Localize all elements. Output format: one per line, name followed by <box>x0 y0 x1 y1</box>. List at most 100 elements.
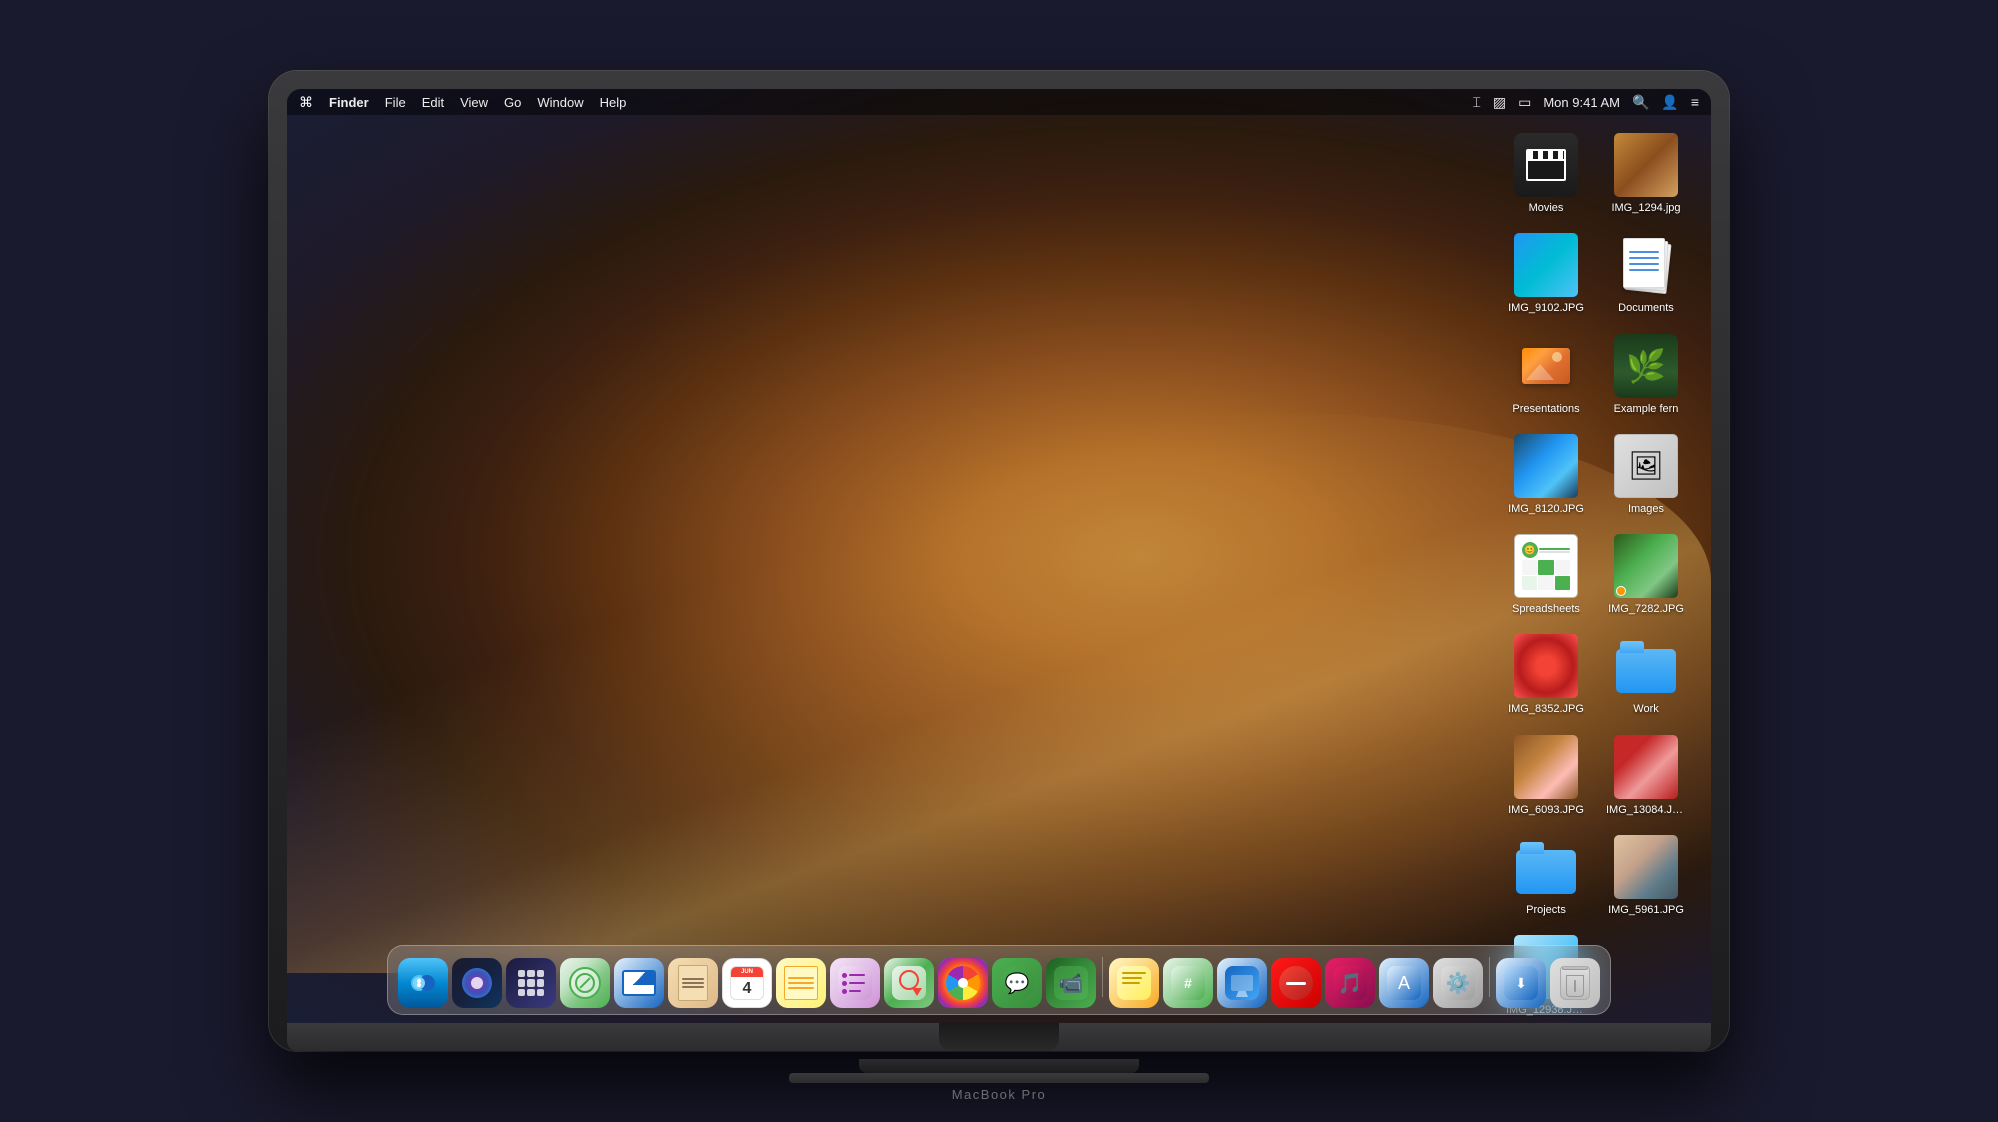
keynote-slide <box>1231 975 1253 991</box>
fern-icon-bg: 🌿 <box>1614 334 1678 398</box>
dock-app-notefile[interactable] <box>668 958 718 1008</box>
macbook-stand-area: MacBook Pro <box>789 1059 1209 1102</box>
icon-images[interactable]: 🖼 Images <box>1601 430 1691 520</box>
macbook-notch <box>939 1023 1059 1051</box>
dnd-line <box>1286 982 1306 985</box>
safari-compass <box>575 973 595 993</box>
icon-img-13084[interactable]: IMG_13084.JPG <box>1601 731 1691 821</box>
lists-icon <box>838 966 872 1000</box>
prefs-gear: ⚙️ <box>1446 971 1471 996</box>
lp-dot <box>537 979 544 986</box>
macbook-label-text: MacBook Pro <box>789 1087 1209 1102</box>
sticky-line <box>788 982 814 984</box>
numbers-icon: # <box>1171 966 1205 1000</box>
dock-app-calendar[interactable]: JUN 4 <box>722 958 772 1008</box>
dock-app-stickies[interactable] <box>776 958 826 1008</box>
presentations-graphic <box>1514 334 1578 398</box>
doc-page-front <box>1623 238 1665 288</box>
icon-projects[interactable]: Projects <box>1501 831 1591 921</box>
dock-app-downloads[interactable]: ⬇ <box>1496 958 1546 1008</box>
icon-img-6093[interactable]: IMG_6093.JPG <box>1501 731 1591 821</box>
dock-app-mail[interactable] <box>614 958 664 1008</box>
menubar-file[interactable]: File <box>385 95 406 110</box>
icon-img-8352[interactable]: IMG_8352.JPG <box>1501 630 1591 720</box>
menubar-clock: Mon 9:41 AM <box>1543 95 1620 110</box>
notefile-icon <box>678 965 708 1001</box>
menubar-help[interactable]: Help <box>600 95 627 110</box>
wifi-icon[interactable]: ⌶ <box>1472 94 1480 111</box>
numbers-text: # <box>1184 975 1192 991</box>
images-graphic: 🖼 <box>1614 434 1678 498</box>
icon-example-fern[interactable]: 🌿 Example fern <box>1601 330 1691 420</box>
dock-app-music[interactable]: 🎵 <box>1325 958 1375 1008</box>
doc-lines <box>1629 251 1659 275</box>
menubar-view[interactable]: View <box>460 95 488 110</box>
control-center-icon[interactable]: ≡ <box>1691 94 1699 110</box>
maps-pin <box>912 988 922 996</box>
dock-app-launchpad[interactable] <box>506 958 556 1008</box>
mail-flap <box>624 972 654 985</box>
user-icon[interactable]: 👤 <box>1661 94 1678 111</box>
icon-work[interactable]: Work <box>1601 630 1691 720</box>
menubar-go[interactable]: Go <box>504 95 521 110</box>
dock-app-maps[interactable] <box>884 958 934 1008</box>
menubar-edit[interactable]: Edit <box>422 95 444 110</box>
menubar-finder[interactable]: Finder <box>329 95 369 110</box>
dock-app-dopont[interactable] <box>1271 958 1321 1008</box>
projects-folder-graphic <box>1514 835 1578 899</box>
icon-label-img-8352: IMG_8352.JPG <box>1508 702 1584 716</box>
dock-divider <box>1102 957 1103 997</box>
finder-icon <box>408 968 438 998</box>
lp-dot <box>518 989 525 996</box>
icon-img-1294[interactable]: IMG_1294.jpg <box>1601 129 1691 219</box>
dock-app-keynote[interactable] <box>1217 958 1267 1008</box>
icon-img-9102[interactable]: IMG_9102.JPG <box>1501 229 1591 319</box>
battery-icon[interactable]: ▭ <box>1518 94 1531 111</box>
dock-app-notes[interactable] <box>1109 958 1159 1008</box>
dock-app-lists[interactable] <box>830 958 880 1008</box>
dock-app-numbers[interactable]: # <box>1163 958 1213 1008</box>
icon-label-img-13084: IMG_13084.JPG <box>1606 803 1686 817</box>
menubar-left: ⌘ Finder File Edit View Go Window Help <box>299 94 626 111</box>
pres-slide-graphic <box>1514 334 1578 398</box>
icon-img-8120[interactable]: IMG_8120.JPG <box>1501 430 1591 520</box>
spreadsheets-content: 😊 <box>1518 538 1574 594</box>
photos-icon <box>946 966 980 1000</box>
img-5961-thumb <box>1614 835 1678 899</box>
ss-cell <box>1555 560 1570 575</box>
img-6093-thumb <box>1514 735 1578 799</box>
dock-app-facetime[interactable]: 📹 <box>1046 958 1096 1008</box>
ss-face: 😊 <box>1522 542 1538 558</box>
dock-app-safari[interactable] <box>560 958 610 1008</box>
ss-line-1 <box>1539 548 1570 550</box>
dock-app-appstore[interactable]: A <box>1379 958 1429 1008</box>
lp-dot <box>527 989 534 996</box>
dock-app-messages[interactable]: 💬 <box>992 958 1042 1008</box>
icon-documents[interactable]: Documents <box>1601 229 1691 319</box>
list-row <box>842 973 865 978</box>
icon-img-5961[interactable]: IMG_5961.JPG <box>1601 831 1691 921</box>
messages-icon: 💬 <box>1000 966 1034 1000</box>
dock-app-siri[interactable] <box>452 958 502 1008</box>
dock-app-trash[interactable] <box>1550 958 1600 1008</box>
icon-img-7282[interactable]: IMG_7282.JPG <box>1601 530 1691 620</box>
dock-divider-2 <box>1489 957 1490 997</box>
folder-tab-work <box>1620 641 1644 653</box>
notes-icon <box>1117 966 1151 1000</box>
dock-app-photos[interactable] <box>938 958 988 1008</box>
list-line <box>849 982 865 984</box>
display-icon[interactable]: ▨ <box>1493 94 1506 111</box>
cal-header: JUN <box>731 967 763 977</box>
cal-day: 4 <box>743 980 752 998</box>
icon-presentations[interactable]: Presentations <box>1501 330 1591 420</box>
icon-spreadsheets[interactable]: 😊 <box>1501 530 1591 620</box>
icon-movies[interactable]: Movies <box>1501 129 1591 219</box>
menubar-window[interactable]: Window <box>537 95 583 110</box>
dock-app-finder[interactable] <box>398 958 448 1008</box>
search-icon[interactable]: 🔍 <box>1632 94 1649 111</box>
icon-label-images: Images <box>1628 502 1664 516</box>
dock-app-preferences[interactable]: ⚙️ <box>1433 958 1483 1008</box>
img-8120-thumb <box>1514 434 1578 498</box>
apple-menu[interactable]: ⌘ <box>299 94 313 111</box>
notes-line <box>1122 977 1142 979</box>
